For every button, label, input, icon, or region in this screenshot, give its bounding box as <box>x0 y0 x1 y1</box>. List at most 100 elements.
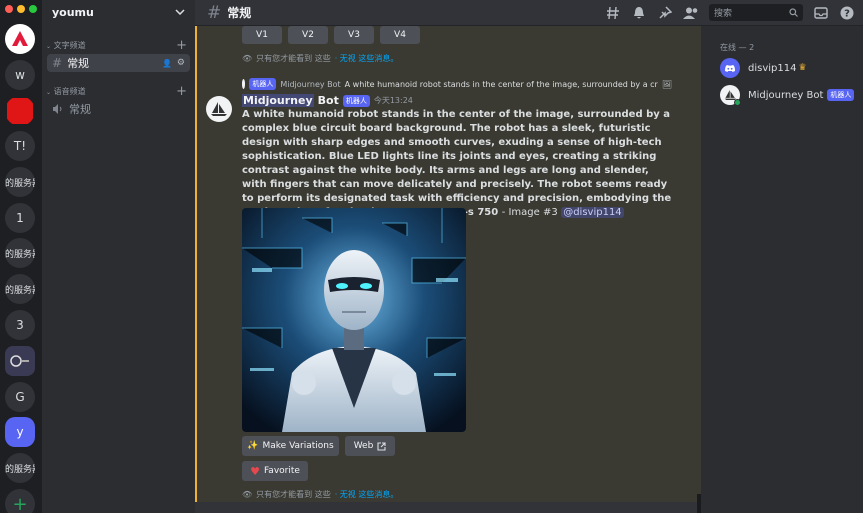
voice-category[interactable]: ⌄ 语音频道 + <box>42 84 195 99</box>
generated-image[interactable] <box>242 208 466 432</box>
chevron-down-icon <box>175 9 185 15</box>
voice-channel-general[interactable]: 常规 <box>47 100 190 118</box>
favorite-button[interactable]: ♥ Favorite <box>242 461 308 481</box>
member-name: disvip114 <box>748 62 797 74</box>
server-icon-red[interactable] <box>5 96 35 126</box>
message-content: A white humanoid robot stands in the cen… <box>242 108 672 220</box>
prompt-text: A white humanoid robot stands in the cen… <box>242 109 672 218</box>
channel-general-label: 常规 <box>67 57 90 70</box>
search-input[interactable]: 搜索 <box>709 4 803 21</box>
reply-author: Midjourney Bot <box>280 79 341 89</box>
server-image-icon <box>10 355 29 367</box>
server-icon-t[interactable]: T! <box>5 131 35 161</box>
member-bot-tag: 机器人 <box>827 89 855 101</box>
text-category[interactable]: ⌄ 文字频道 + <box>42 38 195 53</box>
message-author: Midjourney Bot 机器人 今天13:24 <box>242 94 413 107</box>
web-label: Web <box>353 441 374 451</box>
robot-image-icon <box>242 208 466 432</box>
midjourney-avatar <box>720 85 741 106</box>
server-icon-3[interactable]: 3 <box>5 310 35 340</box>
author-name-rest[interactable]: Bot <box>318 94 339 107</box>
server-icon-server-1[interactable]: 的服务器 <box>5 167 35 197</box>
minimize-window-button[interactable] <box>17 5 25 13</box>
threads-icon[interactable] <box>605 5 621 21</box>
member-midjourney-bot[interactable]: Midjourney Bot 机器人 <box>720 85 855 106</box>
avatar[interactable] <box>206 96 232 122</box>
heart-icon: ♥ <box>250 464 260 478</box>
crown-icon: ♛ <box>798 63 807 73</box>
v3-button[interactable]: V3 <box>334 26 374 44</box>
version-buttons: V1 V2 V3 V4 <box>242 26 420 44</box>
guild-name: youmu <box>52 5 94 19</box>
channel-header: # 常规 搜索 ? <box>195 0 863 26</box>
sailboat-icon <box>211 102 227 116</box>
channel-general[interactable]: # 常规 👤 ⚙ <box>47 54 190 72</box>
add-channel-icon[interactable]: + <box>176 38 187 53</box>
window-controls <box>5 5 37 13</box>
server-icon-server-3[interactable]: 的服务器 <box>5 274 35 304</box>
make-variations-button[interactable]: ✨ Make Variations <box>242 436 339 456</box>
voice-channel-label: 常规 <box>69 103 91 116</box>
server-icon-1[interactable]: 1 <box>5 203 35 233</box>
mention-highlight-bar <box>195 26 197 502</box>
sparkle-icon: ✨ <box>247 441 259 451</box>
bot-tag: 机器人 <box>342 94 370 107</box>
v4-button[interactable]: V4 <box>380 26 420 44</box>
discord-avatar-icon <box>720 58 740 78</box>
timestamp: 今天13:24 <box>373 96 413 105</box>
dismiss-link[interactable]: · 无视 这些消息。 <box>335 53 399 64</box>
make-variations-label: Make Variations <box>262 441 334 451</box>
close-window-button[interactable] <box>5 5 13 13</box>
server-icon-w[interactable]: w <box>5 60 35 90</box>
hashtag-icon-header: # <box>207 2 222 23</box>
search-placeholder: 搜索 <box>714 9 733 19</box>
svg-text:?: ? <box>844 8 850 19</box>
page-title: 常规 <box>227 6 252 20</box>
dismiss-link-bottom[interactable]: · 无视 这些消息。 <box>335 489 399 500</box>
server-icon-server-2[interactable]: 的服务器 <box>5 238 35 268</box>
member-name-2: Midjourney Bot <box>748 89 824 101</box>
gear-icon[interactable]: ⚙ <box>177 58 185 68</box>
collapse-chevron-icon: ⌄ <box>46 42 52 50</box>
online-status-icon <box>734 99 741 106</box>
v2-button[interactable]: V2 <box>288 26 328 44</box>
eye-icon: 👁 <box>242 54 253 63</box>
speaker-icon <box>53 104 62 114</box>
eye-icon-2: 👁 <box>242 490 253 499</box>
web-button[interactable]: Web <box>345 436 395 456</box>
add-server-button[interactable]: + <box>5 489 35 513</box>
server-icon-server-4[interactable]: 的服务器 <box>5 453 35 483</box>
author-name[interactable]: Midjourney <box>242 94 314 107</box>
user-mention[interactable]: @disvip114 <box>561 207 624 218</box>
reply-reference[interactable]: 机器人 Midjourney Bot A white humanoid robo… <box>242 78 672 90</box>
inbox-icon[interactable] <box>813 5 829 21</box>
voice-category-label: 语音频道 <box>53 86 86 96</box>
guild-header[interactable]: youmu <box>42 0 195 24</box>
server-rail: w T! 的服务器 1 的服务器 的服务器 3 G y 的服务器 + <box>0 0 42 513</box>
server-icon-g[interactable]: G <box>5 382 35 412</box>
search-icon <box>789 8 798 17</box>
member-disvip114[interactable]: disvip114 ♛ <box>720 58 807 78</box>
collapse-chevron-icon-2: ⌄ <box>46 88 52 96</box>
v1-button[interactable]: V1 <box>242 26 282 44</box>
invite-icon[interactable]: 👤 <box>162 59 172 68</box>
member-list: 在线 — 2 disvip114 ♛ Midjourney Bot 机器人 <box>701 26 863 513</box>
zoom-window-button[interactable] <box>29 5 37 13</box>
pin-icon[interactable] <box>657 5 673 21</box>
server-icon-logo[interactable] <box>5 24 35 54</box>
message-list: V1 V2 V3 V4 👁 只有您才能看到 这些 · 无视 这些消息。 机器人 … <box>195 26 701 513</box>
ephemeral-text-bottom: 只有您才能看到 这些 <box>256 490 331 499</box>
text-category-label: 文字频道 <box>53 40 86 50</box>
ephemeral-notice: 👁 只有您才能看到 这些 · 无视 这些消息。 <box>242 53 398 64</box>
member-list-icon[interactable] <box>683 5 699 21</box>
external-link-icon <box>377 441 386 451</box>
bell-icon[interactable] <box>631 5 647 21</box>
server-icon-image[interactable] <box>5 346 35 376</box>
reply-avatar <box>242 79 246 89</box>
image-icon: 🖼 <box>661 79 672 89</box>
server-icon-y[interactable]: y <box>5 417 35 447</box>
favorite-label: Favorite <box>263 466 300 476</box>
server-logo-icon <box>12 31 28 46</box>
help-icon[interactable]: ? <box>839 5 855 21</box>
add-voice-channel-icon[interactable]: + <box>176 84 187 99</box>
